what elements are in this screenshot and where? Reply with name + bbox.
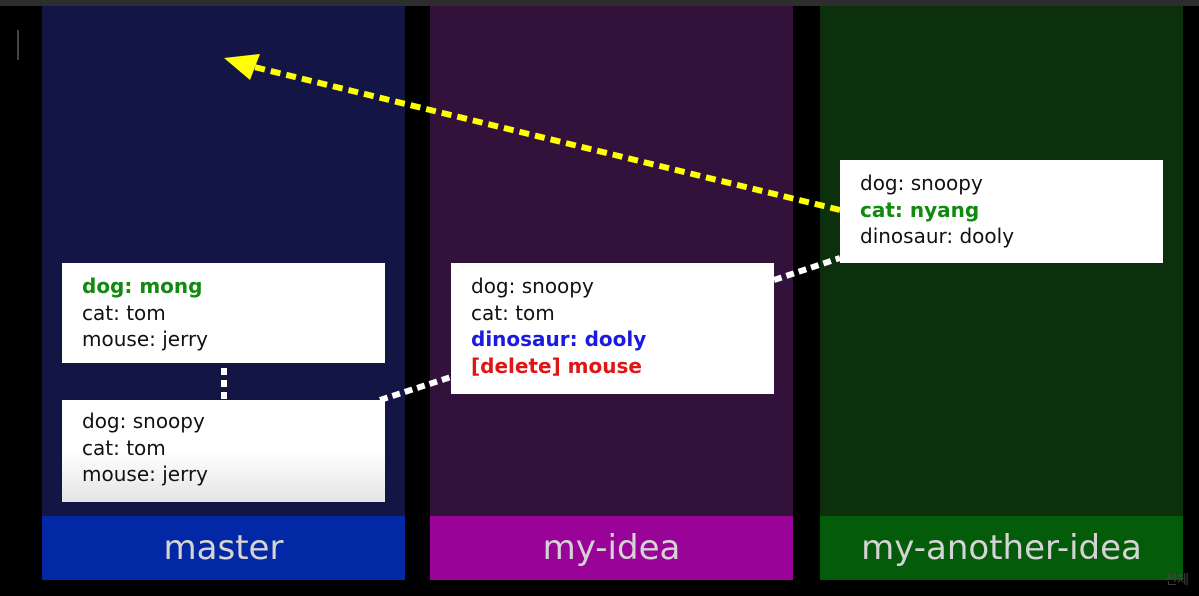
commit-line: dog: mong <box>82 274 203 298</box>
commit-line: [delete] mouse <box>471 353 642 378</box>
left-edge-marker <box>17 30 19 60</box>
commit-line: dinosaur: dooly <box>471 327 647 351</box>
commit-line: mouse: jerry <box>82 462 209 486</box>
watermark-text: 전체 <box>1165 573 1189 588</box>
commit-line: cat: tom <box>471 300 555 325</box>
my-idea-branch-label: my-idea <box>430 516 793 580</box>
master-branch-label: master <box>42 516 405 580</box>
commit-line: dog: snoopy <box>471 274 594 298</box>
commit-line: dog: snoopy <box>82 409 205 433</box>
my-idea-branch-column <box>430 6 793 516</box>
commit-line: dog: snoopy <box>860 171 983 195</box>
commit-line: cat: tom <box>82 435 166 460</box>
my-another-idea-branch-label: my-another-idea <box>820 516 1183 580</box>
my-another-idea-commit-card: dog: snoopy cat: nyang dinosaur: dooly <box>840 160 1163 263</box>
commit-line: mouse: jerry <box>82 327 209 351</box>
commit-line: cat: tom <box>82 300 166 325</box>
master-head-commit-card: dog: mong cat: tom mouse: jerry <box>62 263 385 363</box>
commit-line: cat: nyang <box>860 197 980 222</box>
my-idea-commit-card: dog: snoopy cat: tom dinosaur: dooly [de… <box>451 263 774 394</box>
commit-line: dinosaur: dooly <box>860 224 1015 248</box>
master-base-commit-card: dog: snoopy cat: tom mouse: jerry <box>62 400 385 502</box>
